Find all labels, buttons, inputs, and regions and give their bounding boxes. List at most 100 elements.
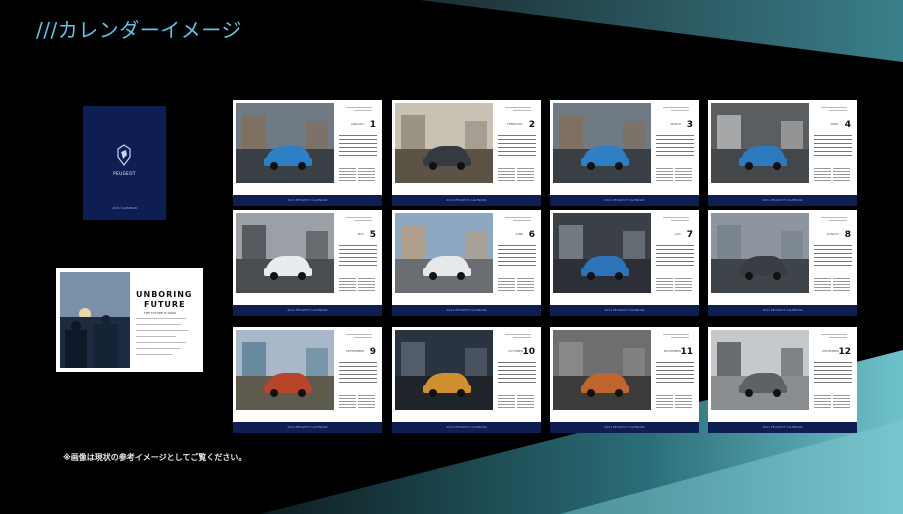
month-photo <box>236 213 334 293</box>
page-footer-band: 2021 PEUGEOT CALENDAR <box>550 305 699 316</box>
text-line <box>136 348 180 349</box>
month-number: 10 <box>522 347 535 357</box>
month-photo <box>236 103 334 183</box>
month-header-lines <box>821 105 851 113</box>
footer-band-text: 2021 PEUGEOT CALENDAR <box>287 308 328 312</box>
mini-calendars <box>814 166 852 183</box>
date-grid <box>814 359 852 383</box>
mini-calendars <box>656 276 694 293</box>
footer-band-text: 2021 PEUGEOT CALENDAR <box>446 308 487 312</box>
footer-band-text: 2021 PEUGEOT CALENDAR <box>604 198 645 202</box>
date-grid <box>814 242 852 266</box>
month-header-lines <box>505 332 535 340</box>
text-line <box>136 318 186 319</box>
month-name: MAY <box>357 232 364 236</box>
month-photo <box>553 213 651 293</box>
date-grid <box>498 132 536 156</box>
spread-subheading: THE FUTURE IS OURS <box>144 311 177 315</box>
text-line <box>136 324 181 325</box>
mini-calendars <box>339 166 377 183</box>
mini-calendars <box>498 276 536 293</box>
month-name: DECEMBER <box>822 349 839 353</box>
date-grid <box>339 242 377 266</box>
month-photo <box>553 330 651 410</box>
page-footer-band: 2021 PEUGEOT CALENDAR <box>708 195 857 206</box>
month-name: NOVEMBER <box>663 349 681 353</box>
month-number: 1 <box>369 120 376 130</box>
page-footer-band: 2021 PEUGEOT CALENDAR <box>392 422 541 433</box>
cover-brand: PEUGEOT <box>113 171 136 176</box>
month-header-lines <box>346 215 376 223</box>
calendar-month-page: NOVEMBER 11 2021 PEUGEOT CALENDAR <box>550 327 699 433</box>
spread-heading-1: UNBORING <box>136 290 193 299</box>
month-header-lines <box>346 332 376 340</box>
calendar-month-page: OCTOBER 10 2021 PEUGEOT CALENDAR <box>392 327 541 433</box>
footer-band-text: 2021 PEUGEOT CALENDAR <box>287 425 328 429</box>
calendar-month-page: MAY 5 2021 PEUGEOT CALENDAR <box>233 210 382 316</box>
footer-band-text: 2021 PEUGEOT CALENDAR <box>762 308 803 312</box>
month-number: 3 <box>686 120 693 130</box>
month-name: MARCH <box>670 122 681 126</box>
month-name: OCTOBER <box>508 349 523 353</box>
page-footer-band: 2021 PEUGEOT CALENDAR <box>708 422 857 433</box>
month-header-lines <box>821 215 851 223</box>
peugeot-lion-logo <box>117 144 131 166</box>
month-number: 5 <box>369 230 376 240</box>
intro-spread: UNBORING FUTURE THE FUTURE IS OURS <box>56 268 203 372</box>
cover-footer: 2021 CALENDAR <box>112 206 137 210</box>
month-number: 8 <box>844 230 851 240</box>
date-grid <box>814 132 852 156</box>
footer-band-text: 2021 PEUGEOT CALENDAR <box>604 308 645 312</box>
date-grid <box>656 242 694 266</box>
page-title: ///カレンダーイメージ <box>36 18 242 42</box>
page-footer-band: 2021 PEUGEOT CALENDAR <box>233 195 382 206</box>
month-header-lines <box>821 332 851 340</box>
calendar-month-page: AUGUST 8 2021 PEUGEOT CALENDAR <box>708 210 857 316</box>
mini-calendars <box>656 393 694 410</box>
text-line <box>136 354 172 355</box>
mini-calendars <box>339 393 377 410</box>
month-number: 6 <box>528 230 535 240</box>
month-number: 12 <box>838 347 851 357</box>
month-photo <box>711 330 809 410</box>
month-photo <box>395 103 493 183</box>
calendar-month-page: JUNE 6 2021 PEUGEOT CALENDAR <box>392 210 541 316</box>
text-line <box>136 336 176 337</box>
footer-band-text: 2021 PEUGEOT CALENDAR <box>446 198 487 202</box>
month-number: 2 <box>528 120 535 130</box>
month-photo <box>395 213 493 293</box>
spread-heading-2: FUTURE <box>144 300 186 309</box>
month-number: 4 <box>844 120 851 130</box>
text-line <box>136 342 186 343</box>
footer-band-text: 2021 PEUGEOT CALENDAR <box>762 198 803 202</box>
date-grid <box>339 132 377 156</box>
calendar-month-page: JULY 7 2021 PEUGEOT CALENDAR <box>550 210 699 316</box>
date-grid <box>656 132 694 156</box>
date-grid <box>656 359 694 383</box>
footer-band-text: 2021 PEUGEOT CALENDAR <box>762 425 803 429</box>
month-header-lines <box>505 105 535 113</box>
calendar-month-page: SEPTEMBER 9 2021 PEUGEOT CALENDAR <box>233 327 382 433</box>
mini-calendars <box>498 166 536 183</box>
footer-band-text: 2021 PEUGEOT CALENDAR <box>604 425 645 429</box>
footer-band-text: 2021 PEUGEOT CALENDAR <box>287 198 328 202</box>
month-photo <box>553 103 651 183</box>
date-grid <box>498 359 536 383</box>
month-header-lines <box>663 105 693 113</box>
month-header-lines <box>346 105 376 113</box>
month-name: SEPTEMBER <box>346 349 364 353</box>
mini-calendars <box>339 276 377 293</box>
page-footer-band: 2021 PEUGEOT CALENDAR <box>392 195 541 206</box>
page-footer-band: 2021 PEUGEOT CALENDAR <box>708 305 857 316</box>
footer-band-text: 2021 PEUGEOT CALENDAR <box>446 425 487 429</box>
page-footer-band: 2021 PEUGEOT CALENDAR <box>233 305 382 316</box>
calendar-month-page: APRIL 4 2021 PEUGEOT CALENDAR <box>708 100 857 206</box>
month-number: 11 <box>680 347 693 357</box>
month-header-lines <box>663 215 693 223</box>
page-footer-band: 2021 PEUGEOT CALENDAR <box>233 422 382 433</box>
month-number: 7 <box>686 230 693 240</box>
month-header-lines <box>663 332 693 340</box>
calendar-month-page: DECEMBER 12 2021 PEUGEOT CALENDAR <box>708 327 857 433</box>
month-name: APRIL <box>830 122 839 126</box>
mini-calendars <box>498 393 536 410</box>
